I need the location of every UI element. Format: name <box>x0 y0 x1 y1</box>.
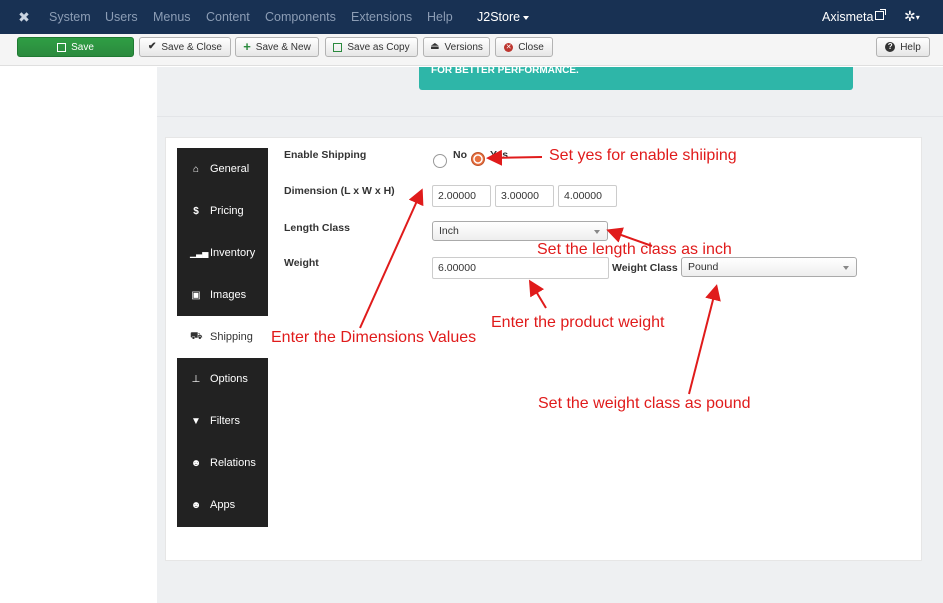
chevron-down-icon <box>594 230 600 234</box>
save-new-button[interactable]: + Save & New <box>235 37 319 57</box>
tab-apps-label: Apps <box>210 499 236 511</box>
menu-users[interactable]: Users <box>105 10 138 24</box>
menu-j2store-label: J2Store <box>477 10 521 24</box>
tab-options[interactable]: ⊥ Options <box>177 358 268 400</box>
save-button[interactable]: Save <box>17 37 134 57</box>
annotation-weight-class: Set the weight class as pound <box>538 395 751 412</box>
close-button[interactable]: ✕ Close <box>495 37 553 57</box>
caret-down-icon <box>523 15 530 20</box>
menu-extensions[interactable]: Extensions <box>351 10 412 24</box>
image-icon: ▣ <box>191 289 201 301</box>
versions-button[interactable]: ⏏ Versions <box>423 37 490 57</box>
admin-menubar: ✖ System Users Menus Content Components … <box>0 0 943 34</box>
annotation-enable-shipping: Set yes for enable shiiping <box>549 147 737 164</box>
check-icon: ✔ <box>148 41 157 52</box>
help-label: Help <box>900 41 921 53</box>
length-input[interactable] <box>432 185 491 207</box>
menu-menus[interactable]: Menus <box>153 10 191 24</box>
tab-pricing-label: Pricing <box>210 205 244 217</box>
edit-icon <box>57 42 67 52</box>
dollar-icon: $ <box>193 205 199 217</box>
menu-components[interactable]: Components <box>265 10 336 24</box>
tab-shipping[interactable]: ⛟ Shipping <box>177 316 268 358</box>
tab-general[interactable]: ⌂ General <box>177 148 268 190</box>
tab-relations[interactable]: ☻ Relations <box>177 442 268 484</box>
sitemap-icon: ⊥ <box>191 373 201 385</box>
chevron-down-icon <box>843 266 849 270</box>
width-input[interactable] <box>495 185 554 207</box>
tab-images-label: Images <box>210 289 247 301</box>
weight-label: Weight <box>284 257 319 269</box>
tab-shipping-label: Shipping <box>210 331 253 343</box>
menu-help[interactable]: Help <box>427 10 453 24</box>
users-icon: ☻ <box>190 457 202 469</box>
tab-relations-label: Relations <box>210 457 256 469</box>
question-icon: ? <box>885 42 896 52</box>
notice-banner: FOR BETTER PERFORMANCE. <box>419 65 853 90</box>
length-class-select[interactable]: Inch <box>432 221 608 241</box>
help-button[interactable]: ? Help <box>876 37 930 57</box>
menu-content[interactable]: Content <box>206 10 250 24</box>
versions-icon: ⏏ <box>430 41 440 52</box>
tab-pricing[interactable]: $ Pricing <box>177 190 268 232</box>
divider <box>157 116 943 117</box>
menu-system[interactable]: System <box>49 10 91 24</box>
notice-text: FOR BETTER PERFORMANCE. <box>431 65 579 76</box>
no-label[interactable]: No <box>453 149 467 161</box>
copy-icon <box>333 42 343 52</box>
versions-label: Versions <box>444 41 483 53</box>
annotation-length-class: Set the length class as inch <box>537 241 732 258</box>
height-input[interactable] <box>558 185 617 207</box>
length-class-label: Length Class <box>284 222 350 234</box>
tab-inventory-label: Inventory <box>210 247 256 259</box>
gear-icon[interactable]: ✲▾ <box>904 8 920 25</box>
signal-icon: ▁▃▅ <box>190 248 209 258</box>
enable-shipping-label: Enable Shipping <box>284 149 367 161</box>
users-icon: ☻ <box>190 499 202 511</box>
tab-apps[interactable]: ☻ Apps <box>177 484 268 526</box>
external-link-icon[interactable] <box>875 9 886 20</box>
tab-options-label: Options <box>210 373 248 385</box>
save-copy-label: Save as Copy <box>347 41 410 53</box>
tab-general-label: General <box>210 163 250 175</box>
save-copy-button[interactable]: Save as Copy <box>325 37 418 57</box>
yes-label[interactable]: Yes <box>490 149 508 161</box>
length-class-value: Inch <box>439 225 459 237</box>
tab-filters-label: Filters <box>210 415 240 427</box>
shipping-yes-radio[interactable] <box>471 152 485 166</box>
home-icon: ⌂ <box>192 163 200 175</box>
weight-class-select[interactable]: Pound <box>681 257 857 277</box>
weight-class-value: Pound <box>688 261 719 273</box>
annotation-weight: Enter the product weight <box>491 314 665 331</box>
save-new-label: Save & New <box>255 41 311 53</box>
weight-input[interactable] <box>432 257 609 279</box>
save-close-button[interactable]: ✔ Save & Close <box>139 37 231 57</box>
joomla-icon[interactable]: ✖ <box>16 9 32 25</box>
filter-icon: ▼ <box>191 415 201 427</box>
close-icon: ✕ <box>504 42 514 52</box>
weight-class-label: Weight Class <box>612 262 678 274</box>
truck-icon: ⛟ <box>190 330 203 342</box>
user-link[interactable]: Axismeta <box>822 10 873 24</box>
plus-icon: + <box>243 39 251 54</box>
annotation-dimensions: Enter the Dimensions Values <box>271 329 477 346</box>
tab-inventory[interactable]: ▁▃▅ Inventory <box>177 232 268 274</box>
shipping-no-radio[interactable] <box>433 154 447 168</box>
tab-images[interactable]: ▣ Images <box>177 274 268 316</box>
dimension-label: Dimension (L x W x H) <box>284 185 395 197</box>
menu-j2store[interactable]: J2Store <box>477 10 530 24</box>
save-label: Save <box>71 41 94 53</box>
save-close-label: Save & Close <box>161 41 222 53</box>
close-label: Close <box>518 41 544 53</box>
product-tabs: ⌂ General $ Pricing ▁▃▅ Inventory ▣ Images ⛟… <box>177 148 268 527</box>
tab-filters[interactable]: ▼ Filters <box>177 400 268 442</box>
